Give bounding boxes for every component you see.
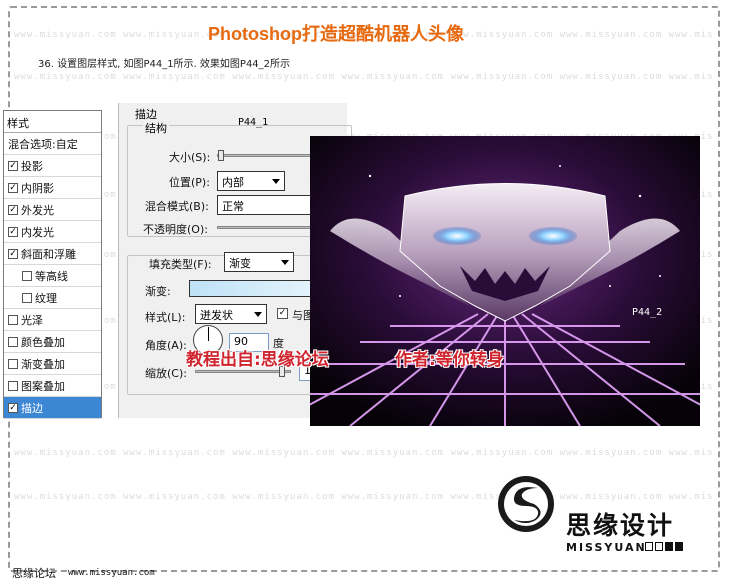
style-item[interactable]: 渐变叠加 [4,353,101,375]
style-checkbox[interactable]: ✓ [8,204,18,215]
style-label: 样式(L): [145,311,186,324]
style-checkbox[interactable]: ✓ [8,182,18,193]
style-checkbox[interactable] [8,358,18,369]
style-checkbox[interactable] [8,380,18,391]
style-item[interactable]: ✓ 描边 [4,397,101,419]
style-checkbox[interactable]: ✓ [8,160,18,171]
style-item-label: 斜面和浮雕 [21,247,76,261]
style-checkbox[interactable] [8,314,18,325]
watermark-row: www.missyuan.com www.missyuan.com www.mi… [14,448,714,458]
style-item[interactable]: ✓ 内发光 [4,221,101,243]
style-item-label: 内阴影 [21,181,54,195]
figure-label-p44-1: P44_1 [238,117,269,128]
page: www.missyuan.com www.missyuan.com www.mi… [0,0,729,585]
scale-slider[interactable] [195,370,291,373]
blend-mode-value: 正常 [222,200,244,213]
robot-head-artwork [310,136,700,426]
style-checkbox[interactable]: ✓ [8,402,18,413]
gradient-style-select[interactable]: 迸发状 [195,304,267,324]
style-item-label: 颜色叠加 [21,335,65,349]
styles-header[interactable]: 样式 [4,111,101,133]
brand-chinese: 思缘设计 [566,511,675,540]
style-item-label: 外发光 [21,203,54,217]
style-item-label: 图案叠加 [21,379,65,393]
blend-options-item[interactable]: 混合选项:自定 [4,133,101,155]
author-credit: 作者:等你转身 [395,350,504,370]
structure-label: 结构 [143,120,169,136]
style-item-label: 纹理 [35,291,57,305]
layer-styles-panel: 样式 混合选项:自定 ✓ 投影 ✓ 内阴影 ✓ 外发光 ✓ 内发光 ✓ 斜面和浮雕 等高线 纹理 光泽颜… [3,110,102,419]
style-checkbox[interactable] [8,336,18,347]
fill-type-label: 填充类型(F): [149,258,212,271]
angle-label: 角度(A): [145,339,187,352]
opacity-slider[interactable] [217,226,317,229]
opacity-label: 不透明度(O): [143,223,208,236]
style-checkbox[interactable] [22,270,32,281]
style-checkbox[interactable]: ✓ [8,248,18,259]
style-item-label: 描边 [21,401,43,415]
scale-label: 缩放(C): [145,367,187,380]
missyuan-logo-icon [498,476,554,532]
style-item-label: 渐变叠加 [21,357,65,371]
position-select[interactable]: 内部 [217,171,285,191]
size-label: 大小(S): [169,151,211,164]
footer-forum: 思缘论坛 [12,567,56,580]
style-item[interactable]: ✓ 投影 [4,155,101,177]
style-item[interactable]: 光泽 [4,309,101,331]
style-checkbox[interactable]: ✓ [8,226,18,237]
position-value: 内部 [222,176,244,189]
style-item[interactable]: 等高线 [4,265,101,287]
step-caption: 36. 设置图层样式, 如图P44_1所示. 效果如图P44_2所示 [38,59,291,70]
chevron-down-icon [281,260,289,265]
style-item[interactable]: ✓ 斜面和浮雕 [4,243,101,265]
watermark-row: www.missyuan.com www.missyuan.com www.mi… [14,492,714,502]
angle-needle [208,327,209,341]
size-slider-thumb[interactable] [218,150,224,161]
brand-boxes-icon [645,542,683,551]
style-items-list: ✓ 投影 ✓ 内阴影 ✓ 外发光 ✓ 内发光 ✓ 斜面和浮雕 等高线 纹理 光泽 颜色叠加 渐变叠加 图案叠加… [4,155,101,419]
chevron-down-icon [254,312,262,317]
style-item-label: 光泽 [21,313,43,327]
align-layer-checkbox[interactable]: ✓ [277,308,288,319]
style-item[interactable]: ✓ 内阴影 [4,177,101,199]
tutorial-credit: 教程出自:思缘论坛 [186,350,329,370]
style-item-label: 内发光 [21,225,54,239]
size-slider[interactable] [217,154,317,157]
style-item[interactable]: ✓ 外发光 [4,199,101,221]
fill-type-select[interactable]: 渐变 [224,252,294,272]
gradient-style-value: 迸发状 [200,309,233,322]
robot-head-preview [310,136,700,426]
brand-english: MISSYUAN [566,541,647,554]
style-item[interactable]: 纹理 [4,287,101,309]
blend-mode-label: 混合模式(B): [145,200,209,213]
gradient-swatch[interactable] [189,280,311,297]
chevron-down-icon [272,179,280,184]
watermark-row: www.missyuan.com www.missyuan.com www.mi… [14,72,714,82]
style-item-label: 等高线 [35,269,68,283]
style-checkbox[interactable] [22,292,32,303]
gradient-label: 渐变: [145,285,171,298]
fill-type-value: 渐变 [229,257,251,270]
position-label: 位置(P): [169,176,210,189]
footer-url[interactable]: www.missyuan.com [68,568,155,578]
page-title: Photoshop打造超酷机器人头像 [208,24,464,44]
figure-label-p44-2: P44_2 [632,307,663,318]
style-item-label: 投影 [21,159,43,173]
style-item[interactable]: 颜色叠加 [4,331,101,353]
style-item[interactable]: 图案叠加 [4,375,101,397]
